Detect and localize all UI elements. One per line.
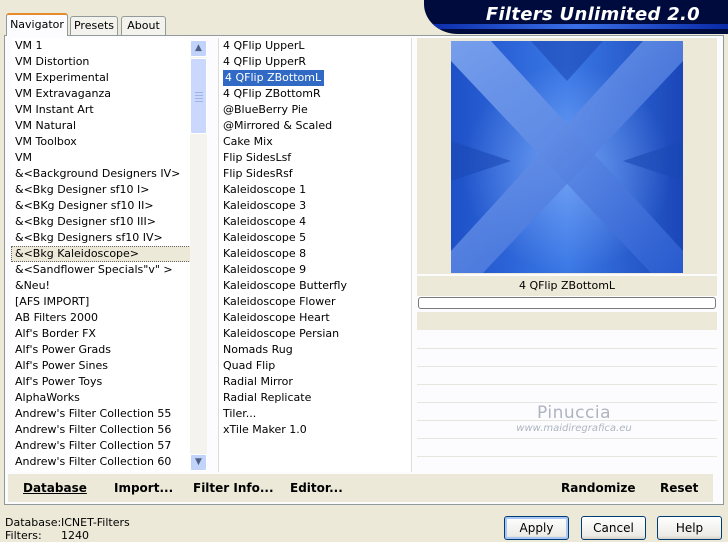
filter-item[interactable]: Kaleidoscope Butterfly (219, 278, 411, 294)
database-button[interactable]: Database (23, 481, 87, 495)
preview-image (451, 41, 683, 273)
filter-item[interactable]: Radial Replicate (219, 390, 411, 406)
status-database-label: Database: (5, 516, 62, 529)
category-item[interactable]: Andrew's Filter Collection 57 (11, 438, 191, 454)
category-item[interactable]: &<Background Designers IV> (11, 166, 191, 182)
filter-item[interactable]: @BlueBerry Pie (219, 102, 411, 118)
category-item[interactable]: Andrew's Filter Collection 55 (11, 406, 191, 422)
category-item[interactable]: AlphaWorks (11, 390, 191, 406)
filter-item[interactable]: 4 QFlip ZBottomR (219, 86, 411, 102)
filter-info-button[interactable]: Filter Info... (193, 481, 274, 495)
help-button[interactable]: Help (657, 516, 722, 540)
app-title: Filters Unlimited 2.0 (485, 4, 700, 25)
scroll-up-arrow-icon[interactable]: ▲ (190, 40, 207, 57)
watermark-name: Pinuccia (537, 403, 611, 423)
filter-item[interactable]: Kaleidoscope Heart (219, 310, 411, 326)
scroll-down-arrow-icon[interactable]: ▼ (190, 454, 207, 471)
category-item[interactable]: Alf's Power Toys (11, 374, 191, 390)
category-list[interactable]: VM 1 VM Distortion VM Experimental VM Extra… (11, 38, 191, 472)
category-item[interactable]: &<Bkg Designers sf10 IV> (11, 230, 191, 246)
import-button[interactable]: Import... (114, 481, 173, 495)
filter-item[interactable]: Kaleidoscope 9 (219, 262, 411, 278)
category-item[interactable]: &<BKg Designer sf10 II> (11, 198, 191, 214)
category-item[interactable]: VM Instant Art (11, 102, 191, 118)
category-item[interactable]: &<Bkg Designer sf10 III> (11, 214, 191, 230)
filter-item[interactable]: 4 QFlip UpperL (219, 38, 411, 54)
filter-item[interactable]: Cake Mix (219, 134, 411, 150)
filter-item[interactable]: Kaleidoscope Persian (219, 326, 411, 342)
scroll-thumb[interactable] (190, 58, 207, 134)
tab-presets[interactable]: Presets (70, 16, 118, 35)
filter-item[interactable]: Kaleidoscope 8 (219, 246, 411, 262)
randomize-label: Randomize (561, 481, 636, 495)
filter-item[interactable]: Tiler... (219, 406, 411, 422)
database-label: Database (23, 481, 87, 495)
category-item[interactable]: &Neu! (11, 278, 191, 294)
watermark: Pinuccia www.maidiregrafica.eu (509, 403, 639, 434)
category-item[interactable]: Andrew's Filter Collection 60 (11, 454, 191, 470)
randomize-button[interactable]: Randomize (561, 481, 635, 495)
filter-item[interactable]: Quad Flip (219, 358, 411, 374)
import-label: Import... (114, 481, 174, 495)
category-item[interactable]: VM Experimental (11, 70, 191, 86)
category-item[interactable]: VM 1 (11, 38, 191, 54)
filter-item[interactable]: xTile Maker 1.0 (219, 422, 411, 438)
apply-button[interactable]: Apply (504, 516, 569, 540)
category-item[interactable]: Andrew's Filter Collection 56 (11, 422, 191, 438)
reset-button[interactable]: Reset (660, 481, 698, 495)
category-item[interactable]: Alf's Power Sines (11, 358, 191, 374)
tab-navigator[interactable]: Navigator (6, 13, 68, 36)
filter-item[interactable]: Flip SidesLsf (219, 150, 411, 166)
filter-item[interactable]: Kaleidoscope Flower (219, 294, 411, 310)
category-item[interactable]: AB Filters 2000 (11, 310, 191, 326)
category-item[interactable]: VM (11, 150, 191, 166)
preview-filter-name: 4 QFlip ZBottomL (417, 276, 717, 296)
filter-item[interactable]: Radial Mirror (219, 374, 411, 390)
filter-item[interactable]: 4 QFlip ZBottomL (223, 70, 325, 86)
filter-item[interactable]: Kaleidoscope 4 (219, 214, 411, 230)
cancel-button[interactable]: Cancel (581, 516, 646, 540)
category-item[interactable]: VM Distortion (11, 54, 191, 70)
category-item[interactable]: Alf's Border FX (11, 326, 191, 342)
category-item[interactable]: VM Extravaganza (11, 86, 191, 102)
filter-info-label: Filter Info... (193, 481, 274, 495)
filter-item[interactable]: @Mirrored & Scaled (219, 118, 411, 134)
filter-list[interactable]: 4 QFlip UpperL 4 QFlip UpperR 4 QFlip ZBot… (218, 38, 412, 472)
parameter-area (417, 312, 717, 472)
filter-item[interactable]: Kaleidoscope 3 (219, 198, 411, 214)
filter-item-row: 4 QFlip ZBottomL (219, 70, 411, 86)
editor-label: Editor... (290, 481, 343, 495)
filter-item[interactable]: Kaleidoscope 5 (219, 230, 411, 246)
category-item[interactable]: VM Toolbox (11, 134, 191, 150)
category-item[interactable]: &<Bkg Designer sf10 I> (11, 182, 191, 198)
watermark-url: www.maidiregrafica.eu (516, 423, 632, 434)
reset-label: Reset (660, 481, 699, 495)
category-item[interactable]: Alf's Power Grads (11, 342, 191, 358)
status-database-value: ICNET-Filters (61, 516, 130, 529)
category-item[interactable]: VM Natural (11, 118, 191, 134)
category-item[interactable]: &<Bkg Kaleidoscope> (11, 246, 191, 262)
filter-item[interactable]: Nomads Rug (219, 342, 411, 358)
filter-item[interactable]: Kaleidoscope 1 (219, 182, 411, 198)
progress-bar (418, 297, 716, 309)
status-filters-value: 1240 (61, 529, 89, 542)
editor-button[interactable]: Editor... (290, 481, 343, 495)
category-item[interactable]: [AFS IMPORT] (11, 294, 191, 310)
parameter-header (417, 312, 717, 330)
tab-about[interactable]: About (121, 16, 166, 35)
app-banner: Filters Unlimited 2.0 (424, 0, 728, 34)
filter-item[interactable]: 4 QFlip UpperR (219, 54, 411, 70)
status-filters-label: Filters: (5, 529, 42, 542)
filter-item[interactable]: Flip SidesRsf (219, 166, 411, 182)
category-item[interactable]: &<Sandflower Specials"v" > (11, 262, 191, 278)
category-scrollbar[interactable]: ▲ ▼ (190, 40, 207, 471)
